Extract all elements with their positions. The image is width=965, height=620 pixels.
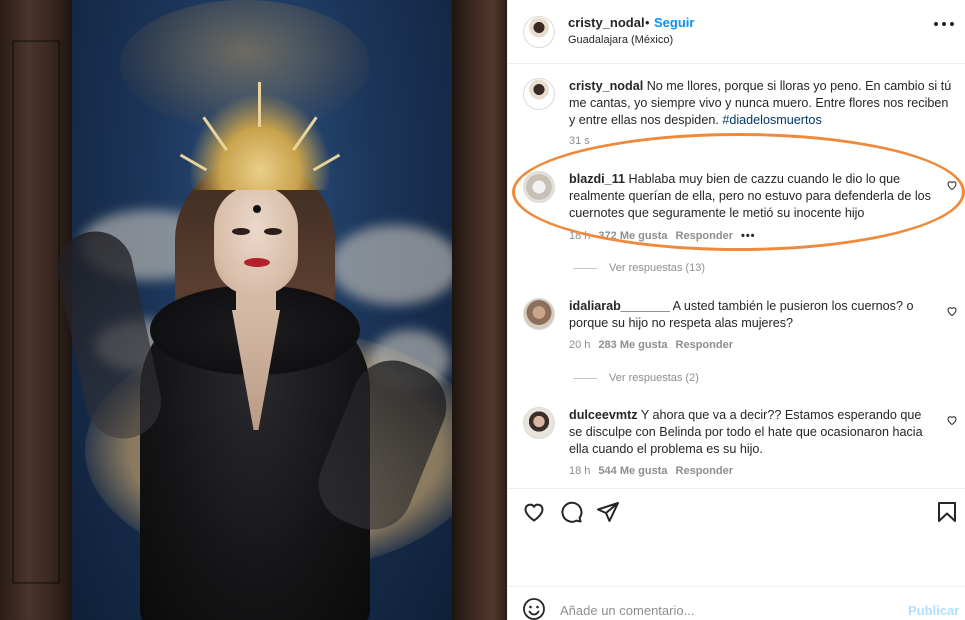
view-replies[interactable]: Ver respuestas (13) [573, 262, 705, 274]
comment-time[interactable]: 18 h [569, 465, 590, 477]
comment-time[interactable]: 20 h [569, 339, 590, 351]
like-comment-heart-icon[interactable] [946, 179, 958, 191]
like-comment-heart-icon[interactable] [946, 414, 958, 426]
comment: idaliarab_______ A usted también le pusi… [569, 298, 934, 332]
photo-cloud [330, 225, 460, 305]
comment-avatar[interactable] [523, 171, 555, 203]
view-replies-label[interactable]: Ver respuestas (2) [609, 372, 699, 384]
view-replies[interactable]: Ver respuestas (2) [573, 372, 699, 384]
comment: dulceevmtz Y ahora que va a decir?? Esta… [569, 407, 937, 458]
comment: blazdi_11 Hablaba muy bien de cazzu cuan… [569, 171, 934, 222]
comment-meta: 20 h 283 Me gusta Responder [569, 339, 733, 351]
photo-door-right [452, 0, 507, 620]
publish-button[interactable]: Publicar [908, 603, 959, 618]
paper-plane-icon[interactable] [596, 500, 620, 524]
comment-input[interactable]: Añade un comentario... [560, 603, 694, 618]
caption-avatar[interactable] [523, 78, 555, 110]
comment-avatar[interactable] [523, 407, 555, 439]
header-divider [508, 63, 965, 64]
comment-time[interactable]: 18 h [569, 230, 590, 242]
photo-crown-spike [258, 82, 261, 127]
post-location[interactable]: Guadalajara (México) [568, 34, 673, 46]
reply-button[interactable]: Responder [676, 230, 733, 242]
comment-username[interactable]: idaliarab_______ [569, 299, 670, 313]
author-avatar[interactable] [523, 16, 555, 48]
like-comment-heart-icon[interactable] [946, 305, 958, 317]
replies-line [573, 377, 597, 379]
comment-likes[interactable]: 544 Me gusta [598, 465, 667, 477]
post-photo[interactable] [0, 0, 507, 620]
caption-meta: 31 s [569, 135, 590, 147]
caption-hashtag[interactable]: #diadelosmuertos [722, 113, 821, 127]
comment-meta: 18 h 372 Me gusta Responder ••• [569, 230, 756, 242]
caption-time[interactable]: 31 s [569, 135, 590, 147]
photo-eye [264, 228, 282, 235]
bookmark-icon[interactable] [935, 500, 959, 524]
comment-likes[interactable]: 283 Me gusta [598, 339, 667, 351]
header-separator: • [645, 15, 650, 30]
more-dots-icon[interactable] [934, 22, 954, 28]
reply-button[interactable]: Responder [676, 465, 733, 477]
caption-username[interactable]: cristy_nodal [569, 79, 643, 93]
reply-button[interactable]: Responder [676, 339, 733, 351]
caption: cristy_nodal No me llores, porque si llo… [569, 78, 954, 129]
view-replies-label[interactable]: Ver respuestas (13) [609, 262, 705, 274]
author-username[interactable]: cristy_nodal [568, 15, 645, 30]
comment-username[interactable]: dulceevmtz [569, 408, 638, 422]
comment-icon[interactable] [559, 500, 583, 524]
smiley-icon[interactable] [522, 597, 546, 620]
heart-icon[interactable] [522, 500, 546, 524]
comment-username[interactable]: blazdi_11 [569, 172, 625, 186]
replies-line [573, 267, 597, 269]
follow-button[interactable]: Seguir [654, 15, 694, 30]
photo-lips [244, 258, 270, 267]
photo-forehead-dot [253, 205, 261, 213]
photo-eye [232, 228, 250, 235]
actions-divider [508, 488, 965, 489]
photo-face [214, 185, 298, 295]
photo-door-left [0, 0, 72, 620]
comment-meta: 18 h 544 Me gusta Responder [569, 465, 733, 477]
comment-avatar[interactable] [523, 298, 555, 330]
comment-options-icon[interactable]: ••• [741, 230, 756, 242]
comment-likes[interactable]: 372 Me gusta [598, 230, 667, 242]
